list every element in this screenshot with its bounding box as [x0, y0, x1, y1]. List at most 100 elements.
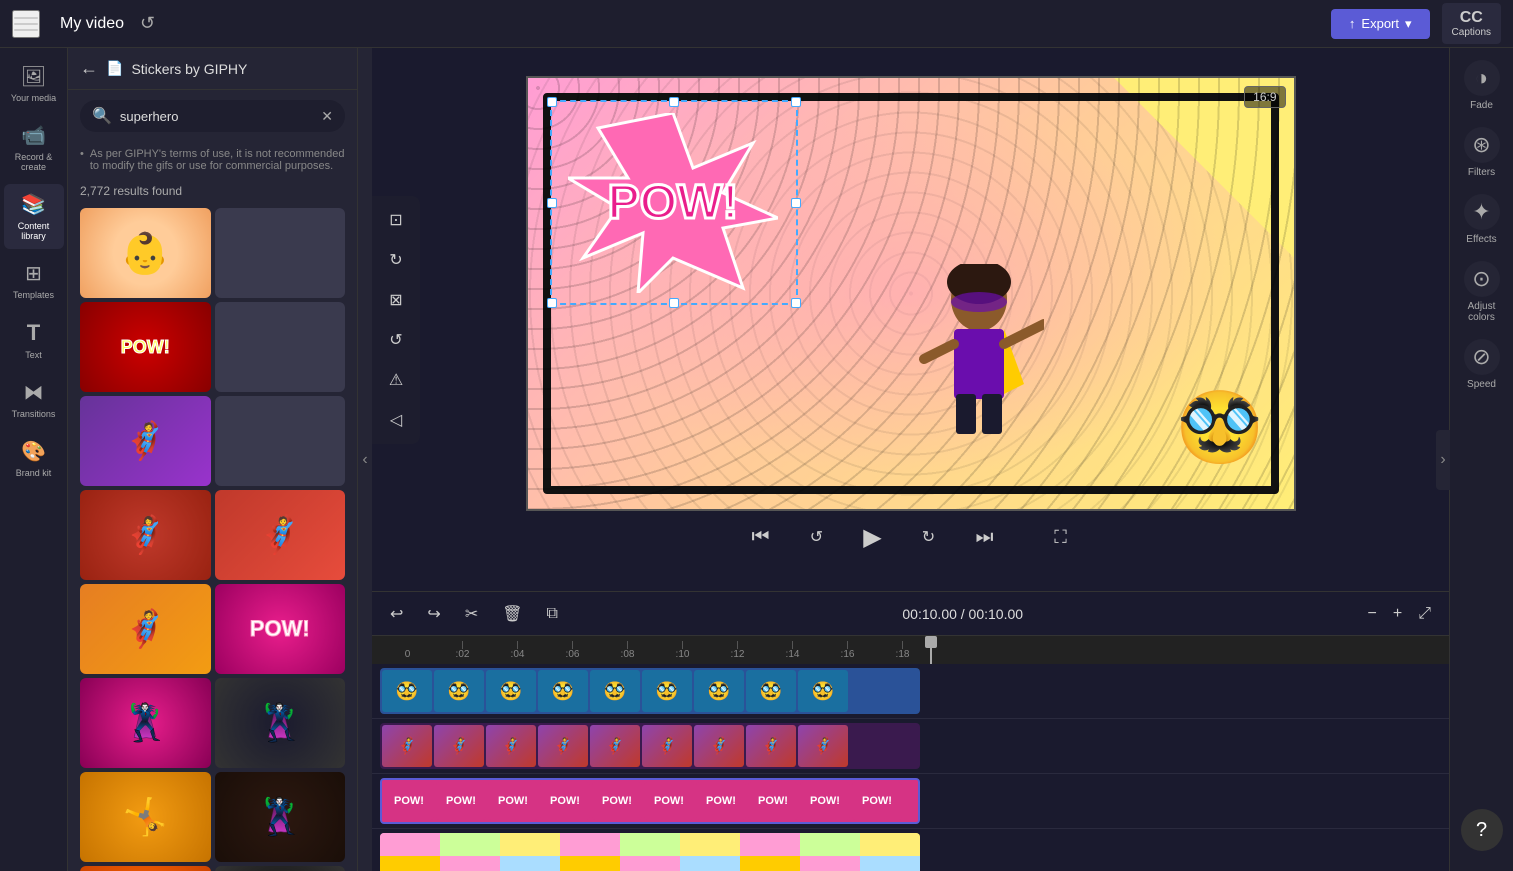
sticker-item-4[interactable] — [215, 302, 346, 392]
sidebar-item-brand-kit[interactable]: 🎨 Brand kit — [4, 431, 64, 486]
sticker-item-dark-hero2[interactable]: 🦹 — [215, 772, 346, 862]
ruler-tick-04: :04 — [490, 641, 545, 660]
undo-button[interactable]: ↩ — [384, 600, 409, 628]
right-tool-filters[interactable]: ⊛ Filters — [1464, 127, 1500, 178]
track-comic-content — [380, 833, 920, 871]
sticker-item-pow-text[interactable]: POW! — [80, 866, 211, 871]
svg-text:POW!: POW! — [607, 176, 738, 229]
right-tool-fade[interactable]: ◑ Fade — [1464, 60, 1500, 111]
panel-collapse-handle[interactable]: ‹ — [358, 48, 372, 871]
expand-timeline-button[interactable]: ⤢ — [1412, 601, 1437, 627]
sidebar-item-transitions[interactable]: ⧓ Transitions — [4, 372, 64, 427]
track-hero-content: 🦸 🦸 🦸 🦸 🦸 🦸 🦸 🦸 🦸 — [380, 723, 920, 769]
rotate-icon[interactable]: ↻ — [380, 244, 412, 276]
sidebar-icons: 🖼 Your media 📹 Record &create 📚 Contentl… — [0, 48, 68, 871]
back-button[interactable]: ← — [80, 58, 98, 79]
sticker-item-pow-anim[interactable]: POW! Add to timeline ☞ — [215, 584, 346, 674]
sidebar-item-templates[interactable]: ⊞ Templates — [4, 253, 64, 308]
right-tool-adjust-colors[interactable]: ⊙ Adjustcolors — [1464, 261, 1500, 323]
save-icon[interactable]: ↺ — [140, 13, 155, 34]
video-controls: ⏮ ↺ ▶ ↻ ⏭ ⛶ — [743, 511, 1079, 563]
panel-header: ← 📄 Stickers by GIPHY — [68, 48, 357, 90]
rewind-button[interactable]: ↺ — [799, 519, 835, 555]
fast-forward-button[interactable]: ↻ — [911, 519, 947, 555]
search-input[interactable] — [120, 109, 313, 124]
sidebar-item-content-library[interactable]: 📚 Contentlibrary — [4, 184, 64, 249]
aspect-ratio-badge: 16:9 — [1244, 86, 1285, 108]
zoom-out-button[interactable]: − — [1362, 601, 1383, 627]
right-tool-speed[interactable]: ⊘ Speed — [1464, 339, 1500, 390]
dropdown-icon: ▾ — [1405, 16, 1412, 32]
export-button[interactable]: ↑ Export ▾ — [1331, 9, 1430, 39]
undo-video-icon[interactable]: ↺ — [380, 324, 412, 356]
transitions-icon: ⧓ — [24, 380, 44, 405]
track-pow-content: POW! POW! POW! POW! POW! POW! POW! POW! … — [380, 778, 920, 824]
sticker-file-icon: 📄 — [106, 60, 123, 77]
track-row-pow: POW! POW! POW! POW! POW! POW! POW! POW! … — [372, 774, 1449, 829]
clear-search-button[interactable]: ✕ — [321, 108, 333, 125]
right-sidebar-collapse[interactable]: › — [1436, 430, 1450, 490]
track-comic-bar[interactable] — [380, 833, 920, 871]
ruler-tick-10: :10 — [655, 641, 710, 660]
help-button[interactable]: ? — [1461, 809, 1503, 851]
sticker-item-hero-cape[interactable]: 🦸 — [80, 584, 211, 674]
menu-button[interactable] — [12, 10, 40, 38]
effects-label: Effects — [1466, 234, 1496, 245]
redo-button[interactable]: ↪ — [421, 600, 446, 628]
search-icon: 🔍 — [92, 106, 112, 126]
sidebar-label-text: Text — [25, 350, 42, 360]
fullscreen-button[interactable]: ⛶ — [1043, 519, 1079, 555]
right-sidebar: › ◑ Fade ⊛ Filters ✦ Effects ⊙ Adjustcol… — [1449, 48, 1513, 871]
track-mask-content: 🥸 🥸 🥸 🥸 🥸 🥸 🥸 🥸 🥸 — [380, 668, 920, 714]
sticker-item-wonder[interactable]: 🦸‍♀️ — [80, 490, 211, 580]
playhead[interactable] — [930, 636, 932, 664]
sticker-item-stretch[interactable]: 🤸 — [80, 772, 211, 862]
skip-to-start-button[interactable]: ⏮ — [743, 519, 779, 555]
warning-icon[interactable]: ⚠ — [380, 364, 412, 396]
track-row-comic — [372, 829, 1449, 871]
sticker-item-dark-hero[interactable]: 🦹 — [215, 678, 346, 768]
captions-button[interactable]: CC Captions — [1442, 3, 1501, 44]
crop-icon[interactable]: ⊡ — [380, 204, 412, 236]
zoom-in-button[interactable]: + — [1387, 601, 1408, 627]
sticker-item-baby[interactable]: 👶 — [80, 208, 211, 298]
top-bar: My video ↺ ↑ Export ▾ CC Captions — [0, 0, 1513, 48]
track-mask-bar[interactable]: 🥸 🥸 🥸 🥸 🥸 🥸 🥸 🥸 🥸 — [380, 668, 920, 714]
playhead-handle[interactable] — [925, 636, 937, 648]
right-tool-effects[interactable]: ✦ Effects — [1464, 194, 1500, 245]
mask-sticker[interactable]: 🥸 — [1176, 387, 1263, 469]
sidebar-item-your-media[interactable]: 🖼 Your media — [4, 56, 64, 111]
sticker-item-pow-red[interactable]: POW! — [80, 302, 211, 392]
sticker-item-pink-hero[interactable]: 🦹 — [80, 678, 211, 768]
fit-icon[interactable]: ⊠ — [380, 284, 412, 316]
delete-button[interactable]: 🗑 — [496, 600, 528, 628]
track-hero-bar[interactable]: 🦸 🦸 🦸 🦸 🦸 🦸 🦸 🦸 🦸 — [380, 723, 920, 769]
track-pow-bar[interactable]: POW! POW! POW! POW! POW! POW! POW! POW! … — [380, 778, 920, 824]
sidebar-label-brand-kit: Brand kit — [16, 468, 52, 478]
adjust-colors-label: Adjustcolors — [1468, 301, 1496, 323]
sticker-item-superhero-fly[interactable]: 🦸 — [215, 490, 346, 580]
cut-button[interactable]: ✂ — [459, 600, 484, 628]
sticker-item-6[interactable] — [215, 396, 346, 486]
sticker-item-2[interactable] — [215, 208, 346, 298]
duplicate-button[interactable]: ⧉ — [541, 601, 564, 627]
fade-label: Fade — [1470, 100, 1493, 111]
ruler-tick-16: :16 — [820, 641, 875, 660]
track-row-mask: 🥸 🥸 🥸 🥸 🥸 🥸 🥸 🥸 🥸 — [372, 664, 1449, 719]
your-media-icon: 🖼 — [21, 64, 46, 89]
brand-kit-icon: 🎨 — [21, 439, 46, 464]
play-button[interactable]: ▶ — [855, 519, 891, 555]
pow-sticker-element[interactable]: POW! — [568, 113, 778, 293]
ruler-tick-0: 0 — [380, 649, 435, 660]
track-row-hero: 🦸 🦸 🦸 🦸 🦸 🦸 🦸 🦸 🦸 — [372, 719, 1449, 774]
sidebar-item-record-create[interactable]: 📹 Record &create — [4, 115, 64, 180]
skip-to-end-button[interactable]: ⏭ — [967, 519, 1003, 555]
flip-icon[interactable]: ◁ — [380, 404, 412, 436]
time-display: 00:10.00 / 00:10.00 — [576, 606, 1350, 622]
zoom-controls: − + ⤢ — [1362, 601, 1438, 627]
timeline-tracks: 🥸 🥸 🥸 🥸 🥸 🥸 🥸 🥸 🥸 — [372, 664, 1449, 871]
sidebar-item-text[interactable]: T Text — [4, 312, 64, 368]
center-area: ⊡ ↻ ⊠ ↺ ⚠ ◁ — [372, 48, 1449, 871]
sticker-item-spider[interactable]: 🕷 — [215, 866, 346, 871]
sticker-item-hero-run[interactable]: 🦸 — [80, 396, 211, 486]
